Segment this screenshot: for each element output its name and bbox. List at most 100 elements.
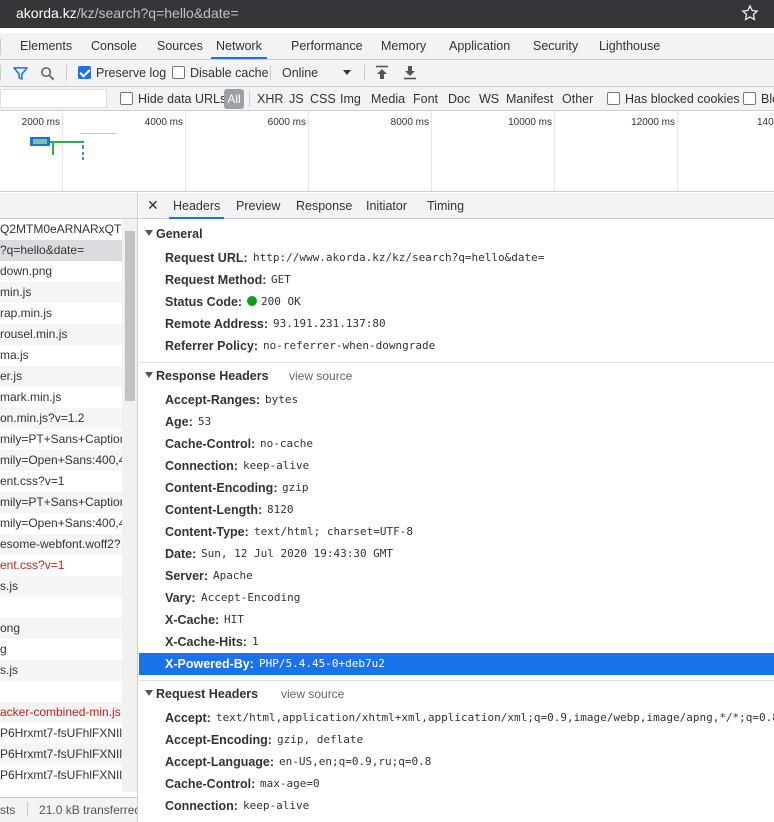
header-row[interactable]: Accept-Language: en-US,en;q=0.9,ru;q=0.8 (139, 751, 774, 773)
request-row[interactable]: P6Hrxmt7-fsUFhlFXNIlp (0, 765, 122, 786)
request-row[interactable]: on.min.js?v=1.2 (0, 408, 122, 429)
scrollbar-thumb[interactable] (125, 231, 135, 401)
request-headers-section-header[interactable]: Request Headers view source (139, 684, 774, 706)
import-har-icon[interactable] (375, 65, 389, 80)
throttling-select[interactable]: Online (282, 66, 318, 80)
filter-type-media[interactable]: Media (371, 92, 405, 106)
blocked-requests-checkbox[interactable] (743, 92, 756, 105)
hide-data-urls-checkbox[interactable] (120, 92, 133, 105)
tab-timing[interactable]: Timing (427, 193, 464, 219)
filter-input[interactable] (0, 89, 107, 108)
request-view-source-link[interactable]: view source (281, 687, 344, 701)
header-row[interactable]: Connection: keep-alive (139, 455, 774, 477)
request-row[interactable]: P6Hrxmt7-fsUFhlFXNIlp (0, 723, 122, 744)
request-row[interactable]: P6Hrxmt7-fsUFhlFXNIlp (0, 744, 122, 765)
tab-response[interactable]: Response (296, 193, 352, 219)
tab-application[interactable]: Application (449, 33, 510, 59)
request-row[interactable]: ent.css?v=1 (0, 555, 122, 576)
filter-type-manifest[interactable]: Manifest (506, 92, 553, 106)
header-row[interactable]: X-Cache-Hits: 1 (139, 631, 774, 653)
header-row[interactable]: Date: Sun, 12 Jul 2020 19:43:30 GMT (139, 543, 774, 565)
response-view-source-link[interactable]: view source (289, 369, 352, 383)
filter-type-xhr[interactable]: XHR (257, 92, 283, 106)
tab-security[interactable]: Security (533, 33, 578, 59)
tab-initiator[interactable]: Initiator (366, 193, 407, 219)
network-overview-timeline[interactable]: 2000 ms 4000 ms 6000 ms 8000 ms 10000 ms… (0, 111, 774, 192)
request-row[interactable]: ong (0, 618, 122, 639)
request-row[interactable]: rap.min.js (0, 303, 122, 324)
request-row[interactable]: rousel.min.js (0, 324, 122, 345)
bookmark-star-icon[interactable] (740, 3, 760, 23)
request-row[interactable]: min.js (0, 282, 122, 303)
tab-memory[interactable]: Memory (381, 33, 426, 59)
header-row[interactable]: Status Code: 200 OK (139, 291, 774, 313)
header-row[interactable]: Referrer Policy: no-referrer-when-downgra… (139, 335, 774, 357)
tab-sources[interactable]: Sources (157, 33, 203, 59)
header-row[interactable]: Vary: Accept-Encoding (139, 587, 774, 609)
close-icon[interactable]: ✕ (147, 197, 159, 214)
header-row[interactable]: Server: Apache (139, 565, 774, 587)
search-icon[interactable] (40, 66, 55, 81)
request-row[interactable]: er.js (0, 366, 122, 387)
header-row[interactable]: X-Powered-By: PHP/5.4.45-0+deb7u2 (139, 653, 774, 675)
header-row[interactable]: Request Method: GET (139, 269, 774, 291)
preserve-log-checkbox[interactable] (78, 66, 91, 79)
request-row[interactable]: g (0, 639, 122, 660)
request-row[interactable]: ent.css?v=1 (0, 471, 122, 492)
response-headers-section-header[interactable]: Response Headers view source (139, 366, 774, 388)
chevron-down-icon[interactable] (343, 70, 351, 75)
filter-type-all[interactable]: All (224, 89, 244, 109)
request-row[interactable]: acker-combined-min.js (0, 702, 122, 723)
header-row[interactable]: Request URL: http://www.akorda.kz/kz/sear… (139, 247, 774, 269)
request-row[interactable]: mily=Open+Sans:400,40 (0, 513, 122, 534)
header-row[interactable]: Cache-Control: no-cache (139, 433, 774, 455)
header-row[interactable]: Remote Address: 93.191.231.137:80 (139, 313, 774, 335)
request-row[interactable]: down.png (0, 261, 122, 282)
disable-cache-checkbox[interactable] (172, 66, 185, 79)
filter-icon[interactable] (13, 66, 28, 81)
request-row[interactable]: Q2MTM0eARNARxQTF (0, 219, 122, 240)
filter-type-other[interactable]: Other (562, 92, 593, 106)
request-row[interactable]: mark.min.js (0, 387, 122, 408)
header-row[interactable]: Cache-Control: max-age=0 (139, 773, 774, 795)
header-row[interactable]: Accept-Ranges: bytes (139, 389, 774, 411)
request-row[interactable]: mily=Open+Sans:400,40 (0, 450, 122, 471)
request-list-scrollbar[interactable] (122, 219, 137, 792)
header-row[interactable]: Age: 53 (139, 411, 774, 433)
tab-lighthouse[interactable]: Lighthouse (599, 33, 660, 59)
tab-performance[interactable]: Performance (291, 33, 363, 59)
request-row[interactable]: esome-webfont.woff2? (0, 534, 122, 555)
general-section-header[interactable]: General (139, 224, 774, 246)
request-row[interactable] (0, 597, 122, 618)
filter-type-css[interactable]: CSS (310, 92, 336, 106)
tab-preview[interactable]: Preview (236, 193, 280, 219)
header-row[interactable]: Content-Length: 8120 (139, 499, 774, 521)
export-har-icon[interactable] (403, 65, 417, 80)
request-row[interactable]: s.js (0, 576, 122, 597)
filter-type-doc[interactable]: Doc (448, 92, 470, 106)
request-row[interactable] (0, 681, 122, 702)
filter-type-js[interactable]: JS (289, 92, 304, 106)
request-row[interactable]: ?q=hello&date= (0, 240, 122, 261)
request-row[interactable]: s.js (0, 660, 122, 681)
tab-network[interactable]: Network (211, 33, 267, 59)
request-row[interactable]: mily=PT+Sans+Caption (0, 492, 122, 513)
header-row[interactable]: Content-Encoding: gzip (139, 477, 774, 499)
tab-headers[interactable]: Headers (169, 193, 225, 219)
tab-elements[interactable]: Elements (20, 33, 72, 59)
filter-type-ws[interactable]: WS (479, 92, 499, 106)
request-row[interactable]: mily=PT+Sans+Caption (0, 429, 122, 450)
header-row[interactable]: X-Cache: HIT (139, 609, 774, 631)
header-row[interactable]: Content-Type: text/html; charset=UTF-8 (139, 521, 774, 543)
tab-console[interactable]: Console (91, 33, 137, 59)
url-text[interactable]: akorda.kz/kz/search?q=hello&date= (16, 5, 239, 21)
header-row[interactable]: Connection: keep-alive (139, 795, 774, 817)
filter-type-font[interactable]: Font (413, 92, 438, 106)
header-row[interactable]: Accept-Encoding: gzip, deflate (139, 729, 774, 751)
filter-type-img[interactable]: Img (340, 92, 361, 106)
has-blocked-cookies-checkbox[interactable] (607, 92, 620, 105)
header-row[interactable]: Accept: text/html,application/xhtml+xml,a… (139, 707, 774, 729)
address-bar[interactable]: akorda.kz/kz/search?q=hello&date= (0, 0, 774, 28)
request-row[interactable]: ma.js (0, 345, 122, 366)
header-name: Request Method: (165, 273, 267, 287)
